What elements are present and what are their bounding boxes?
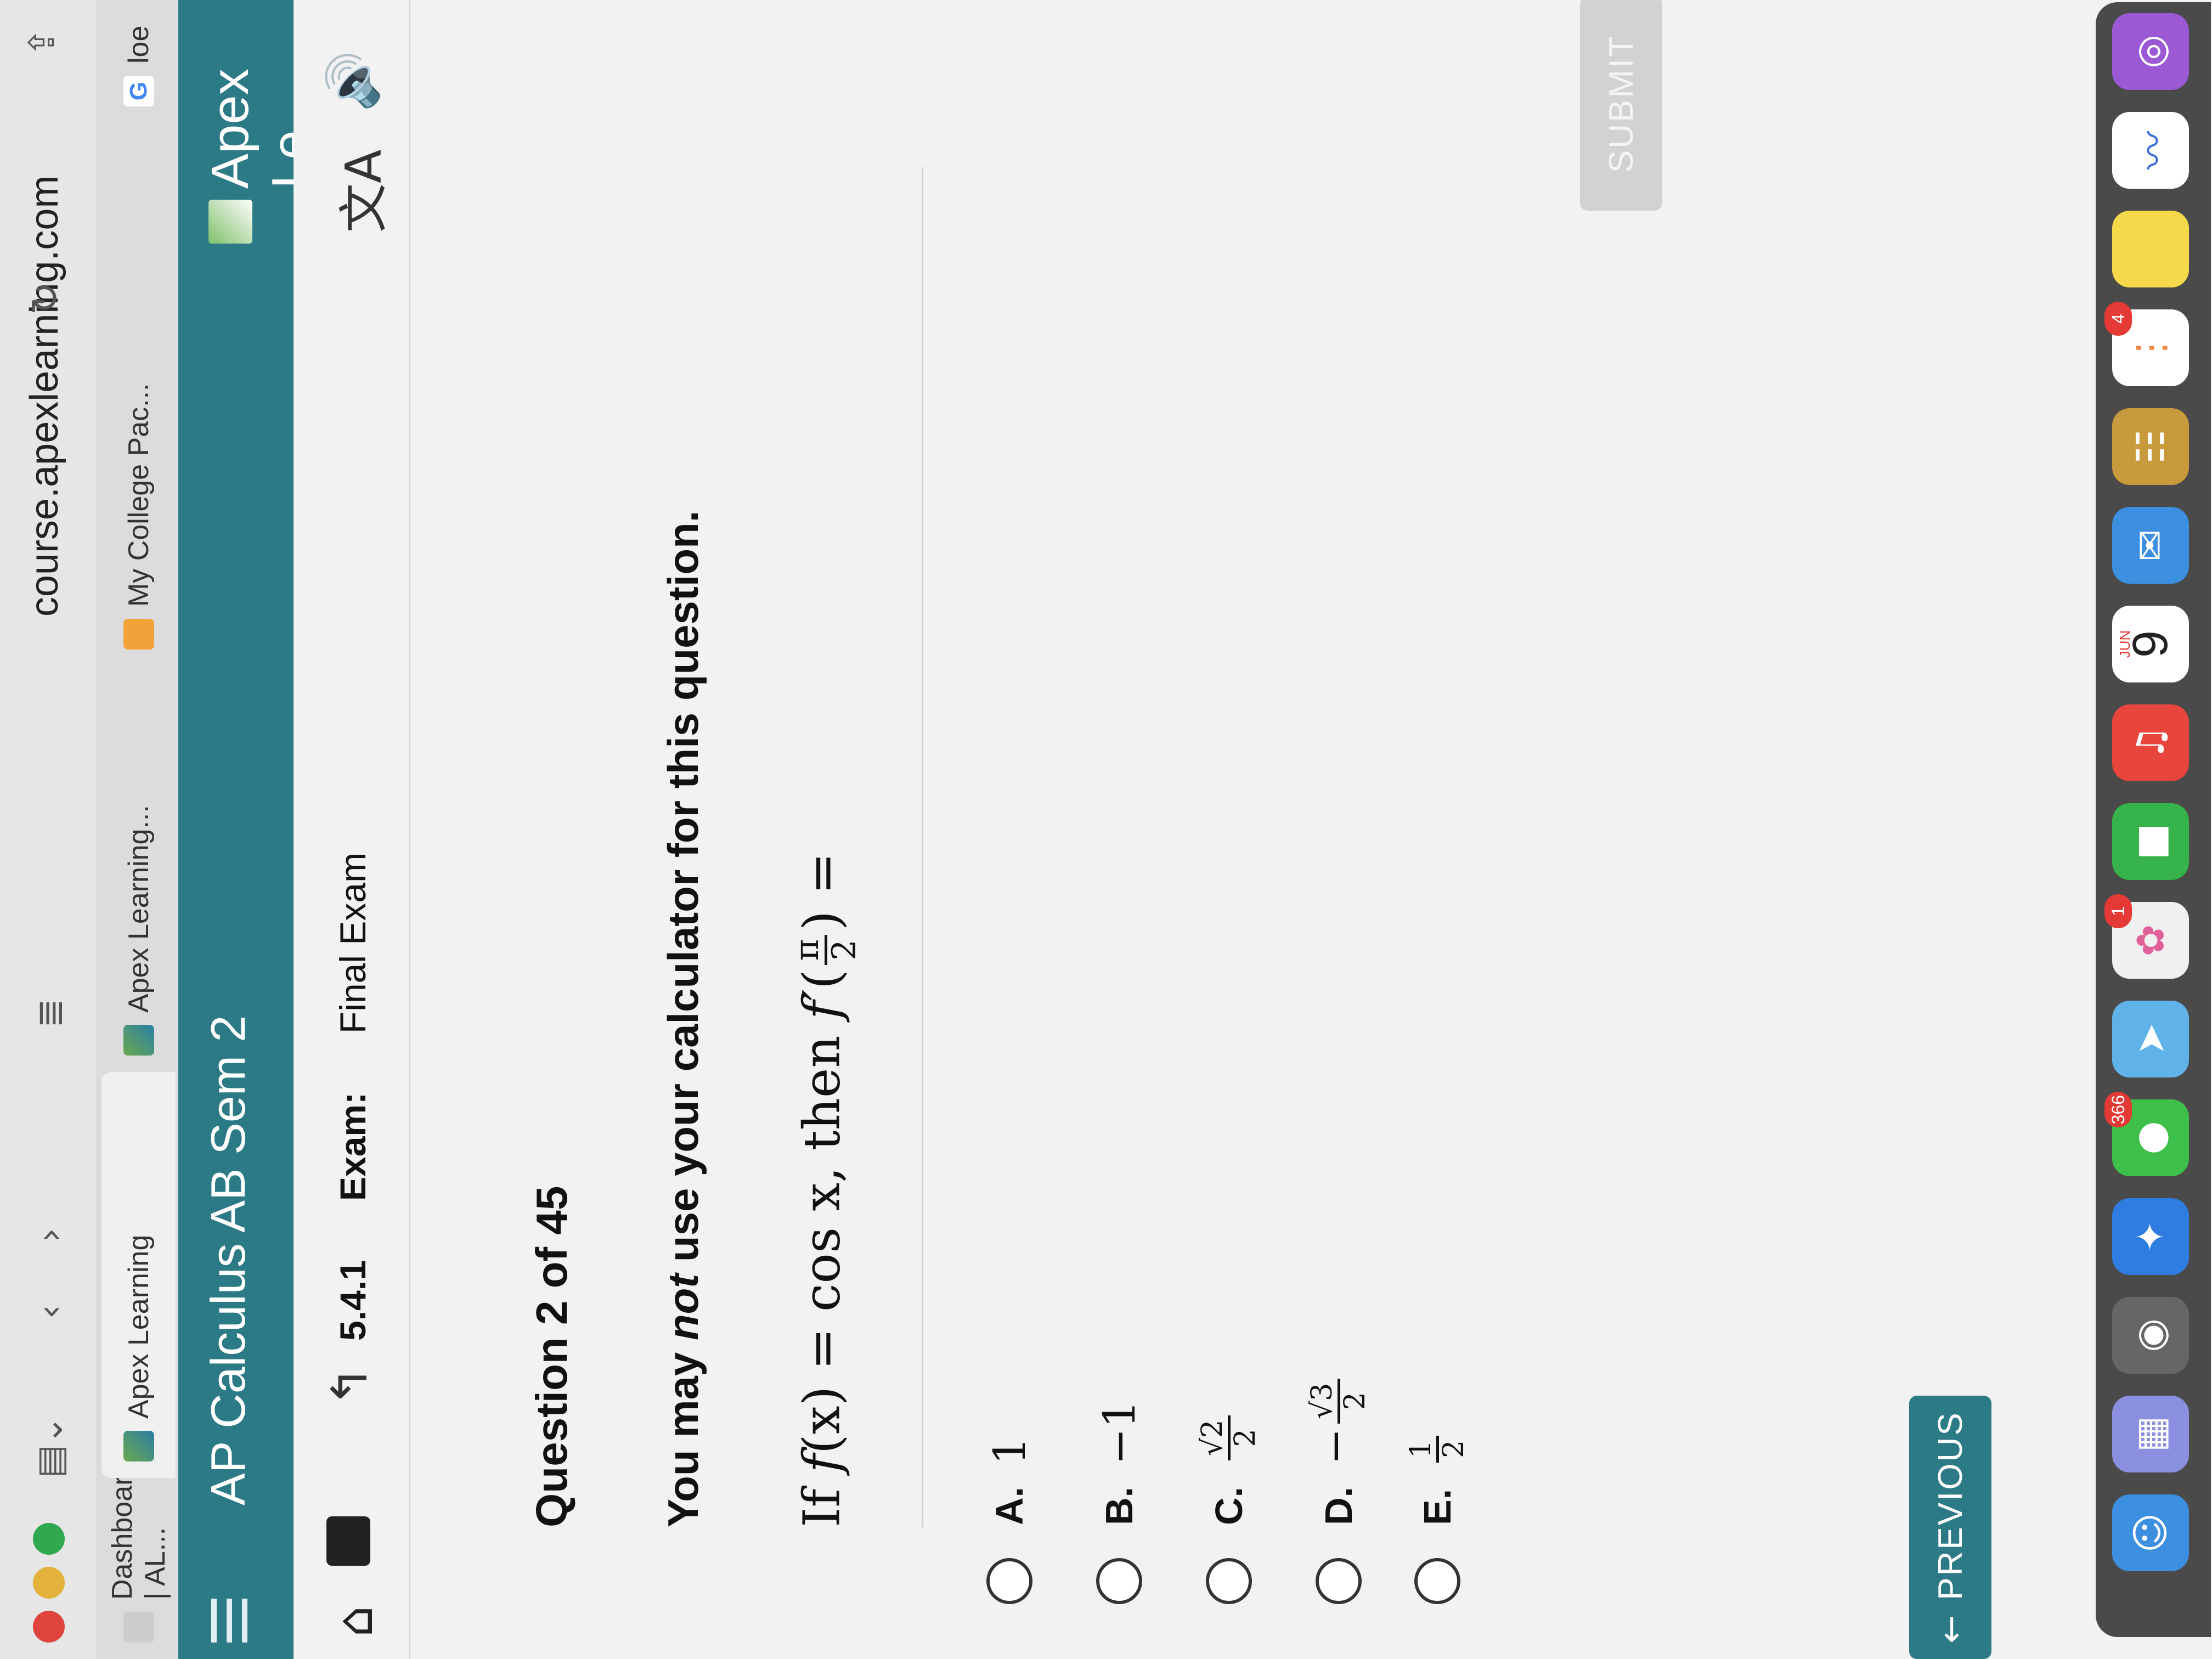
radio-button[interactable] bbox=[986, 1558, 1032, 1604]
freeform-icon[interactable]: 〰 bbox=[2112, 112, 2189, 189]
tab-label: Apex Learning... bbox=[122, 805, 155, 1013]
return-arrow-icon[interactable]: ↰ bbox=[321, 1365, 379, 1407]
messages-icon[interactable]: ● 366 bbox=[2104, 1092, 2189, 1176]
contacts-icon[interactable]: ☷ bbox=[2112, 408, 2189, 485]
college-favicon-icon bbox=[123, 619, 154, 650]
submit-button[interactable]: SUBMIT bbox=[1580, 0, 1662, 211]
tab-bar: Dashboard | AL... Apex Learning Apex Lea… bbox=[96, 0, 179, 1659]
url-text[interactable]: course.apexlearning.com bbox=[22, 176, 67, 617]
choice-a[interactable]: A. 1 bbox=[977, 1437, 1042, 1604]
menu-icon[interactable] bbox=[211, 1599, 250, 1643]
choice-c[interactable]: C. √2 2 bbox=[1196, 1411, 1262, 1604]
calendar-icon[interactable]: JUN 9 bbox=[2112, 606, 2189, 682]
podcasts-icon[interactable]: ◎ bbox=[2112, 13, 2189, 90]
breadcrumb: ⌂ ↰ 5.4.1 Exam: Final Exam 文A 🔊 bbox=[294, 0, 410, 1659]
home-icon[interactable]: ⌂ bbox=[326, 1606, 384, 1637]
screenshot-icon[interactable]: ◉ bbox=[2112, 1297, 2189, 1374]
forward-arrow-icon[interactable]: › bbox=[30, 1228, 71, 1242]
messages-badge: 366 bbox=[2104, 1092, 2132, 1128]
google-favicon-icon: G bbox=[123, 76, 154, 106]
tab-label: Dashboard | AL... bbox=[106, 1460, 171, 1600]
question-text: If f(x) = cos x, then f′(π 2) = bbox=[788, 852, 864, 1527]
tab-label: My College Pac... bbox=[122, 383, 155, 607]
safari-icon[interactable]: ✦ bbox=[2112, 1198, 2189, 1275]
mail-icon[interactable]: ✉ bbox=[2112, 507, 2189, 584]
tab-favicon-icon bbox=[123, 1612, 154, 1643]
finder-icon[interactable]: ☺ bbox=[2112, 1494, 2189, 1571]
tab-label: loe bbox=[122, 25, 155, 64]
reload-icon[interactable]: ↻ bbox=[22, 282, 68, 315]
facetime-icon[interactable]: ■ bbox=[2112, 803, 2189, 880]
photos-icon[interactable]: ✿ 1 bbox=[2104, 894, 2189, 979]
launchpad-icon[interactable]: ▦ bbox=[2112, 1396, 2189, 1472]
previous-button[interactable]: ← PREVIOUS bbox=[1909, 1396, 1991, 1659]
tab-google[interactable]: G loe bbox=[101, 0, 176, 123]
browser-toolbar: ▤⌄ ‹ › ≣ course.apexlearning.com ↻ ⇪ bbox=[0, 0, 97, 1659]
read-aloud-icon[interactable]: 🔊 bbox=[324, 50, 381, 112]
choice-b[interactable]: B. −1 bbox=[1086, 1400, 1152, 1604]
activity-code: 5.4.1 bbox=[332, 1260, 373, 1341]
briefcase-icon[interactable] bbox=[326, 1516, 370, 1566]
course-title: AP Calculus AB Sem 2 bbox=[201, 1015, 255, 1506]
share-icon[interactable]: ⇪ bbox=[22, 27, 63, 57]
reminders-badge: 4 bbox=[2104, 302, 2132, 336]
choice-d[interactable]: D. − √3 2 bbox=[1306, 1374, 1372, 1604]
zoom-window-button[interactable] bbox=[33, 1523, 65, 1555]
apex-favicon-icon bbox=[123, 1025, 154, 1056]
radio-button[interactable] bbox=[1096, 1558, 1142, 1604]
close-window-button[interactable] bbox=[33, 1611, 65, 1643]
activity-title: Final Exam bbox=[332, 852, 373, 1034]
radio-button[interactable] bbox=[1206, 1558, 1252, 1604]
tab-my-college[interactable]: My College Pac... bbox=[101, 260, 176, 666]
warning-emphasis: not bbox=[659, 1273, 707, 1341]
tab-apex-learning[interactable]: Apex Learning bbox=[101, 1072, 176, 1478]
radio-button[interactable] bbox=[1316, 1558, 1362, 1604]
calculator-warning: You may not use your calculator for this… bbox=[659, 510, 707, 1528]
divider bbox=[922, 167, 923, 1527]
apex-logo-icon bbox=[208, 200, 252, 244]
photos-badge: 1 bbox=[2104, 894, 2132, 928]
dock: ☺ ▦ ◉ ✦ ● 366 ➤ ✿ 1 ■ ♫ JUN 9 ✉ ☷ ⋮ 4 〰 ◎ bbox=[2096, 2, 2211, 1637]
maps-icon[interactable]: ➤ bbox=[2112, 1001, 2189, 1077]
choice-e[interactable]: E. 12 bbox=[1404, 1431, 1470, 1604]
tab-apex-learning-2[interactable]: Apex Learning... bbox=[101, 666, 176, 1072]
tab-label: Apex Learning bbox=[122, 1234, 155, 1419]
music-icon[interactable]: ♫ bbox=[2112, 704, 2189, 781]
reader-icon[interactable]: ≣ bbox=[30, 998, 71, 1028]
apex-header: AP Calculus AB Sem 2 Apex Le bbox=[178, 0, 320, 1659]
apex-favicon-icon bbox=[123, 1431, 154, 1462]
left-arrow-icon: ← bbox=[1930, 1613, 1971, 1644]
back-arrow-icon[interactable]: ‹ bbox=[30, 1305, 71, 1319]
sidebar-toggle-icon[interactable]: ▤⌄ bbox=[30, 1415, 71, 1478]
radio-button[interactable] bbox=[1414, 1558, 1460, 1604]
minimize-window-button[interactable] bbox=[33, 1567, 65, 1599]
tab-dashboard[interactable]: Dashboard | AL... bbox=[101, 1460, 176, 1659]
translate-icon[interactable]: 文A bbox=[324, 149, 395, 233]
pi-over-two-fraction: π2 bbox=[788, 934, 864, 966]
activity-type: Exam: bbox=[332, 1092, 373, 1201]
notes-icon[interactable] bbox=[2112, 211, 2189, 287]
reminders-icon[interactable]: ⋮ 4 bbox=[2104, 302, 2189, 386]
question-number: Question 2 of 45 bbox=[527, 1186, 576, 1527]
